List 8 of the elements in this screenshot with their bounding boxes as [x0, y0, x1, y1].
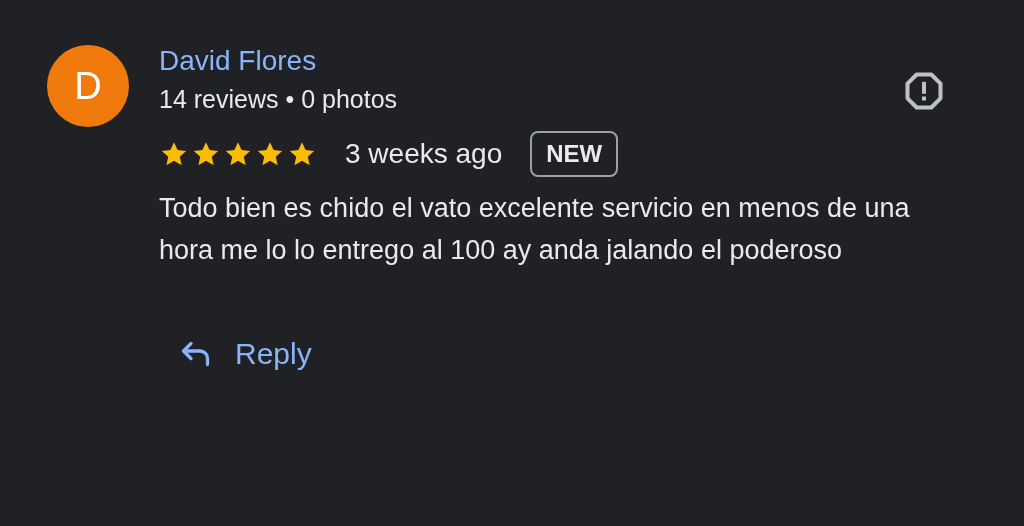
author-name[interactable]: David Flores: [159, 41, 398, 81]
review-time: 3 weeks ago: [345, 137, 503, 171]
report-icon[interactable]: [902, 69, 946, 113]
review-text: Todo bien es chido el vato excelente servicio en menos de una hora me lo lo entrego al 100 ay anda jalando el poderoso: [159, 192, 911, 267]
reply-button[interactable]: Reply: [179, 331, 312, 376]
avatar: D: [47, 45, 129, 127]
author-stats: 14 reviews • 0 photos: [159, 84, 398, 115]
new-badge: NEW: [530, 131, 619, 177]
